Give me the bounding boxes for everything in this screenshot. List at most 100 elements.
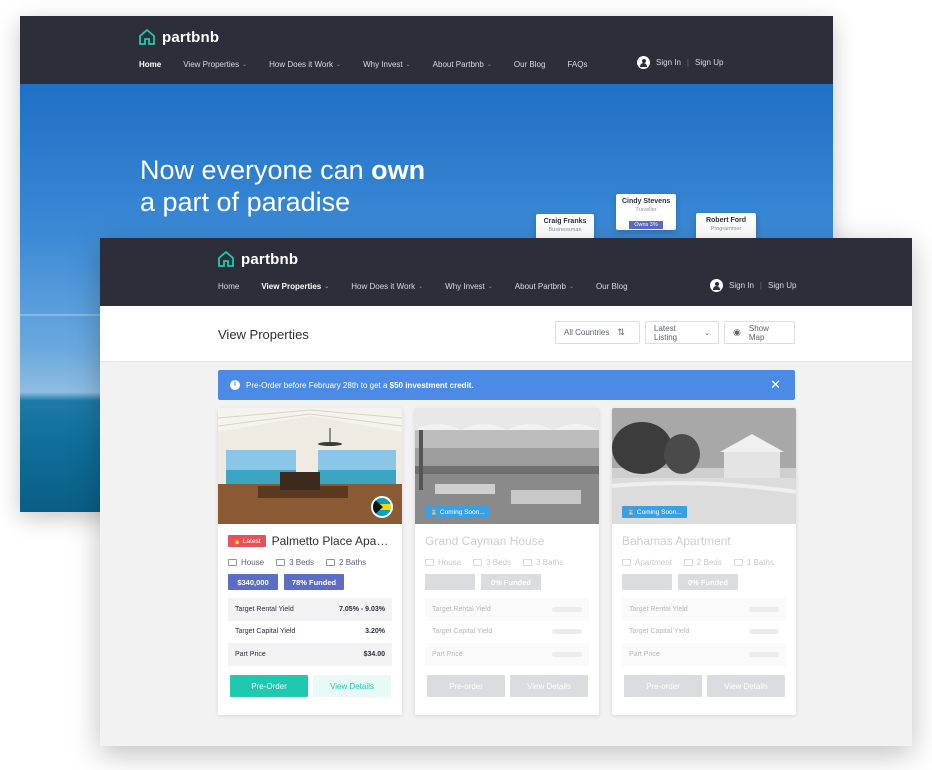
user-icon — [710, 279, 723, 292]
baths-count: 1 Baths — [733, 558, 774, 567]
nav-faqs[interactable]: FAQs — [567, 60, 587, 69]
divider: | — [759, 281, 762, 290]
funded-badge: 0% Funded — [678, 574, 738, 590]
eye-icon: ◉ — [733, 327, 741, 337]
property-type: House — [228, 558, 264, 567]
banner-text: Pre-Order before February 28th to get a … — [246, 380, 474, 390]
property-title[interactable]: Bahamas Apartment — [622, 534, 731, 548]
show-map-button[interactable]: ◉ Show Map — [724, 321, 795, 344]
property-card[interactable]: 🔥 Latest Palmetto Place Apart... House 3… — [218, 408, 402, 715]
funded-badge: 0% Funded — [481, 574, 541, 590]
property-type: House — [425, 558, 461, 567]
property-title[interactable]: Grand Cayman House — [425, 534, 544, 548]
bed-icon — [276, 559, 286, 566]
beds-count: 3 Beds — [276, 558, 314, 567]
value-placeholder — [552, 606, 582, 612]
bath-icon — [326, 559, 336, 566]
view-details-button[interactable]: View Details — [313, 675, 391, 697]
table-row: Part Price — [622, 643, 786, 666]
yield-table: Target Rental Yield 7.05% - 9.03% Target … — [228, 598, 392, 666]
view-properties-window: partbnb Home View Properties ⌄ How Does i… — [100, 238, 912, 746]
sort-arrows-icon: ⇅ — [617, 327, 625, 337]
chevron-down-icon: ⌄ — [405, 62, 411, 68]
nav-why-invest[interactable]: Why Invest ⌄ — [363, 60, 411, 69]
top-nav: partbnb Home View Properties ⌄ How Does i… — [100, 238, 912, 309]
bahamas-flag-icon — [371, 496, 393, 518]
chevron-down-icon: ⌄ — [418, 284, 424, 290]
hero-title: Now everyone can own a part of paradise — [140, 155, 426, 217]
nav-about[interactable]: About Partbnb ⌄ — [433, 60, 492, 69]
property-card[interactable]: ⌛ Coming Soon... Bahamas Apartment Apart… — [612, 408, 796, 715]
value-placeholder — [749, 606, 779, 612]
table-row: Part Price — [425, 643, 589, 666]
baths-count: 2 Baths — [326, 558, 366, 567]
chevron-down-icon: ⌄ — [487, 284, 493, 290]
sort-select[interactable]: Latest Listing ⌄ — [645, 321, 719, 344]
sign-up-link[interactable]: Sign Up — [695, 58, 723, 67]
table-row: Target Rental Yield — [622, 598, 786, 621]
view-details-button[interactable]: View Details — [707, 675, 785, 697]
table-row: Target Capital Yield — [622, 621, 786, 644]
logo[interactable]: partbnb — [217, 250, 298, 268]
sign-in-link[interactable]: Sign In — [729, 281, 754, 290]
sign-in-link[interactable]: Sign In — [656, 58, 681, 67]
divider: | — [686, 58, 689, 67]
value-placeholder — [749, 651, 779, 657]
logo-text: partbnb — [162, 28, 220, 46]
nav-home[interactable]: Home — [139, 60, 162, 87]
table-row: Target Capital Yield 3.20% — [235, 628, 385, 636]
yield-table: Target Rental Yield Target Capital Yield… — [425, 598, 589, 666]
price-placeholder — [622, 574, 672, 590]
nav-how-it-works[interactable]: How Does it Work ⌄ — [269, 60, 341, 69]
bath-icon — [523, 559, 533, 566]
table-row: Target Capital Yield — [425, 621, 589, 644]
nav-view-properties[interactable]: View Properties ⌄ — [261, 282, 330, 309]
funded-badge: 78% Funded — [284, 574, 344, 590]
table-row: Target Rental Yield — [425, 598, 589, 621]
beds-count: 2 Beds — [683, 558, 722, 567]
sign-up-link[interactable]: Sign Up — [768, 281, 796, 290]
close-icon[interactable]: ✕ — [770, 377, 781, 393]
promo-banner: i Pre-Order before February 28th to get … — [218, 370, 795, 400]
house-icon — [228, 559, 237, 566]
chevron-down-icon: ⌄ — [324, 284, 330, 290]
nav-about[interactable]: About Partbnb ⌄ — [515, 282, 574, 291]
yield-table: Target Rental Yield Target Capital Yield… — [622, 598, 786, 666]
pre-order-button[interactable]: Pre-order — [624, 675, 702, 697]
bath-icon — [733, 559, 743, 566]
table-row: Target Rental Yield 7.05% - 9.03% — [228, 598, 392, 621]
info-icon: i — [230, 380, 240, 390]
investor-card: Cindy Stevens Traveller Owns 3% — [616, 194, 676, 230]
property-title[interactable]: Palmetto Place Apart... — [272, 534, 392, 548]
beds-count: 3 Beds — [473, 558, 511, 567]
coming-soon-badge: ⌛ Coming Soon... — [425, 506, 490, 518]
baths-count: 3 Baths — [523, 558, 563, 567]
coming-soon-badge: ⌛ Coming Soon... — [622, 506, 687, 518]
value-placeholder — [552, 651, 582, 657]
chevron-down-icon: ⌄ — [336, 62, 342, 68]
nav-why-invest[interactable]: Why Invest ⌄ — [445, 282, 493, 291]
nav-blog[interactable]: Our Blog — [596, 282, 628, 291]
house-icon — [622, 559, 631, 566]
logo-house-icon — [139, 28, 155, 45]
chevron-down-icon: ⌄ — [486, 62, 492, 68]
country-filter[interactable]: All Countries ⇅ — [555, 321, 640, 344]
nav-view-properties[interactable]: View Properties ⌄ — [183, 60, 247, 69]
nav-home[interactable]: Home — [218, 282, 239, 291]
latest-badge: 🔥 Latest — [228, 535, 266, 547]
chevron-down-icon: ⌄ — [704, 329, 710, 337]
logo[interactable]: partbnb — [138, 28, 219, 46]
price-placeholder — [425, 574, 475, 590]
nav-how-it-works[interactable]: How Does it Work ⌄ — [351, 282, 423, 291]
value-placeholder — [749, 629, 779, 635]
bed-icon — [473, 559, 483, 566]
pre-order-button[interactable]: Pre-Order — [230, 675, 308, 697]
pre-order-button[interactable]: Pre-order — [427, 675, 505, 697]
nav-blog[interactable]: Our Blog — [514, 60, 546, 69]
property-card[interactable]: ⌛ Coming Soon... Grand Cayman House Hous… — [415, 408, 599, 715]
logo-text: partbnb — [241, 250, 299, 268]
view-details-button[interactable]: View Details — [510, 675, 588, 697]
chevron-down-icon: ⌄ — [242, 62, 248, 68]
user-icon — [637, 56, 650, 69]
page-title: View Properties — [218, 327, 309, 342]
